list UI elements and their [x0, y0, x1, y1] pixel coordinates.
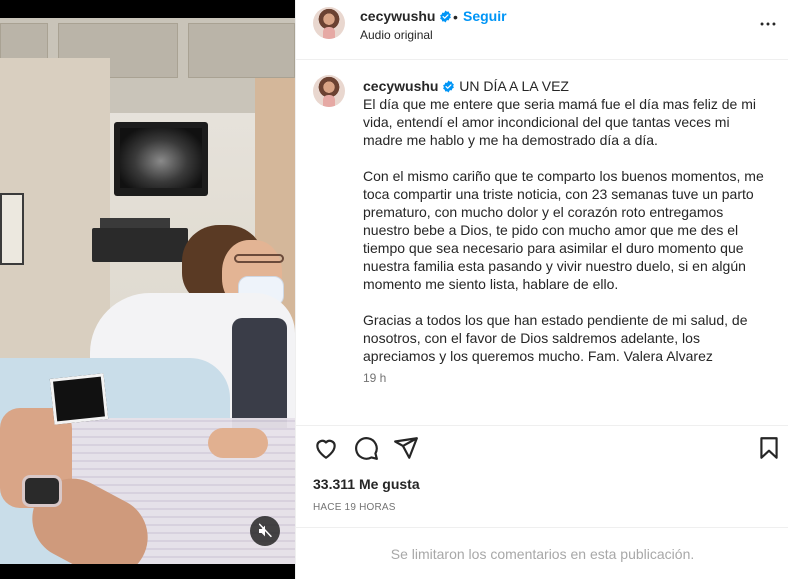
caption-timestamp[interactable]: 19 h	[363, 371, 386, 385]
mute-button[interactable]	[250, 516, 280, 546]
ultrasound-monitor	[114, 122, 208, 196]
scene-ultrasound-print	[49, 373, 109, 425]
post-media[interactable]	[0, 0, 295, 579]
scene-wall-frame	[0, 193, 24, 265]
action-bar	[296, 425, 788, 469]
follow-button[interactable]: Seguir	[463, 8, 507, 24]
scene-smartwatch	[22, 475, 62, 507]
post-date[interactable]: HACE 19 HORAS	[313, 502, 396, 513]
caption-paragraph: Con el mismo cariño que te comparto los …	[363, 168, 764, 292]
scene-shelf	[92, 228, 188, 262]
verified-badge-icon	[440, 10, 452, 22]
comment-icon[interactable]	[353, 435, 379, 461]
caption-avatar[interactable]	[313, 75, 345, 107]
likes-count[interactable]: 33.311 Me gusta	[313, 476, 420, 492]
avatar[interactable]	[313, 7, 345, 39]
comments-area[interactable]: cecywushu UN DÍA A LA VEZ El día que me …	[296, 61, 788, 425]
scene-doctor-hand	[208, 428, 268, 458]
caption-username[interactable]: cecywushu	[363, 78, 438, 94]
verified-badge-icon	[443, 80, 455, 93]
caption-paragraph: Gracias a todos los que han estado pendi…	[363, 312, 748, 364]
scene-shelf-device	[100, 218, 170, 228]
bookmark-icon[interactable]	[756, 435, 782, 461]
audio-link[interactable]: Audio original	[360, 28, 433, 42]
scene-doctor-shirt	[232, 318, 287, 428]
caption-paragraph: El día que me entere que seria mamá fue …	[363, 96, 756, 148]
comments-limited-notice: Se limitaron los comentarios en esta pub…	[296, 527, 788, 579]
heart-icon[interactable]	[313, 435, 339, 461]
post-caption: cecywushu UN DÍA A LA VEZ El día que me …	[363, 77, 773, 383]
separator-dot: •	[453, 9, 458, 25]
video-frame[interactable]	[0, 18, 295, 564]
share-icon[interactable]	[393, 435, 419, 461]
scene-doctor-glasses	[234, 254, 284, 263]
more-options-icon[interactable]	[757, 13, 779, 35]
username-link[interactable]: cecywushu	[360, 8, 435, 24]
mute-icon	[258, 523, 272, 538]
post-header: cecywushu • Seguir Audio original	[296, 0, 788, 60]
caption-title: UN DÍA A LA VEZ	[459, 78, 569, 94]
post-side-panel: cecywushu • Seguir Audio original cecywu…	[295, 0, 788, 579]
